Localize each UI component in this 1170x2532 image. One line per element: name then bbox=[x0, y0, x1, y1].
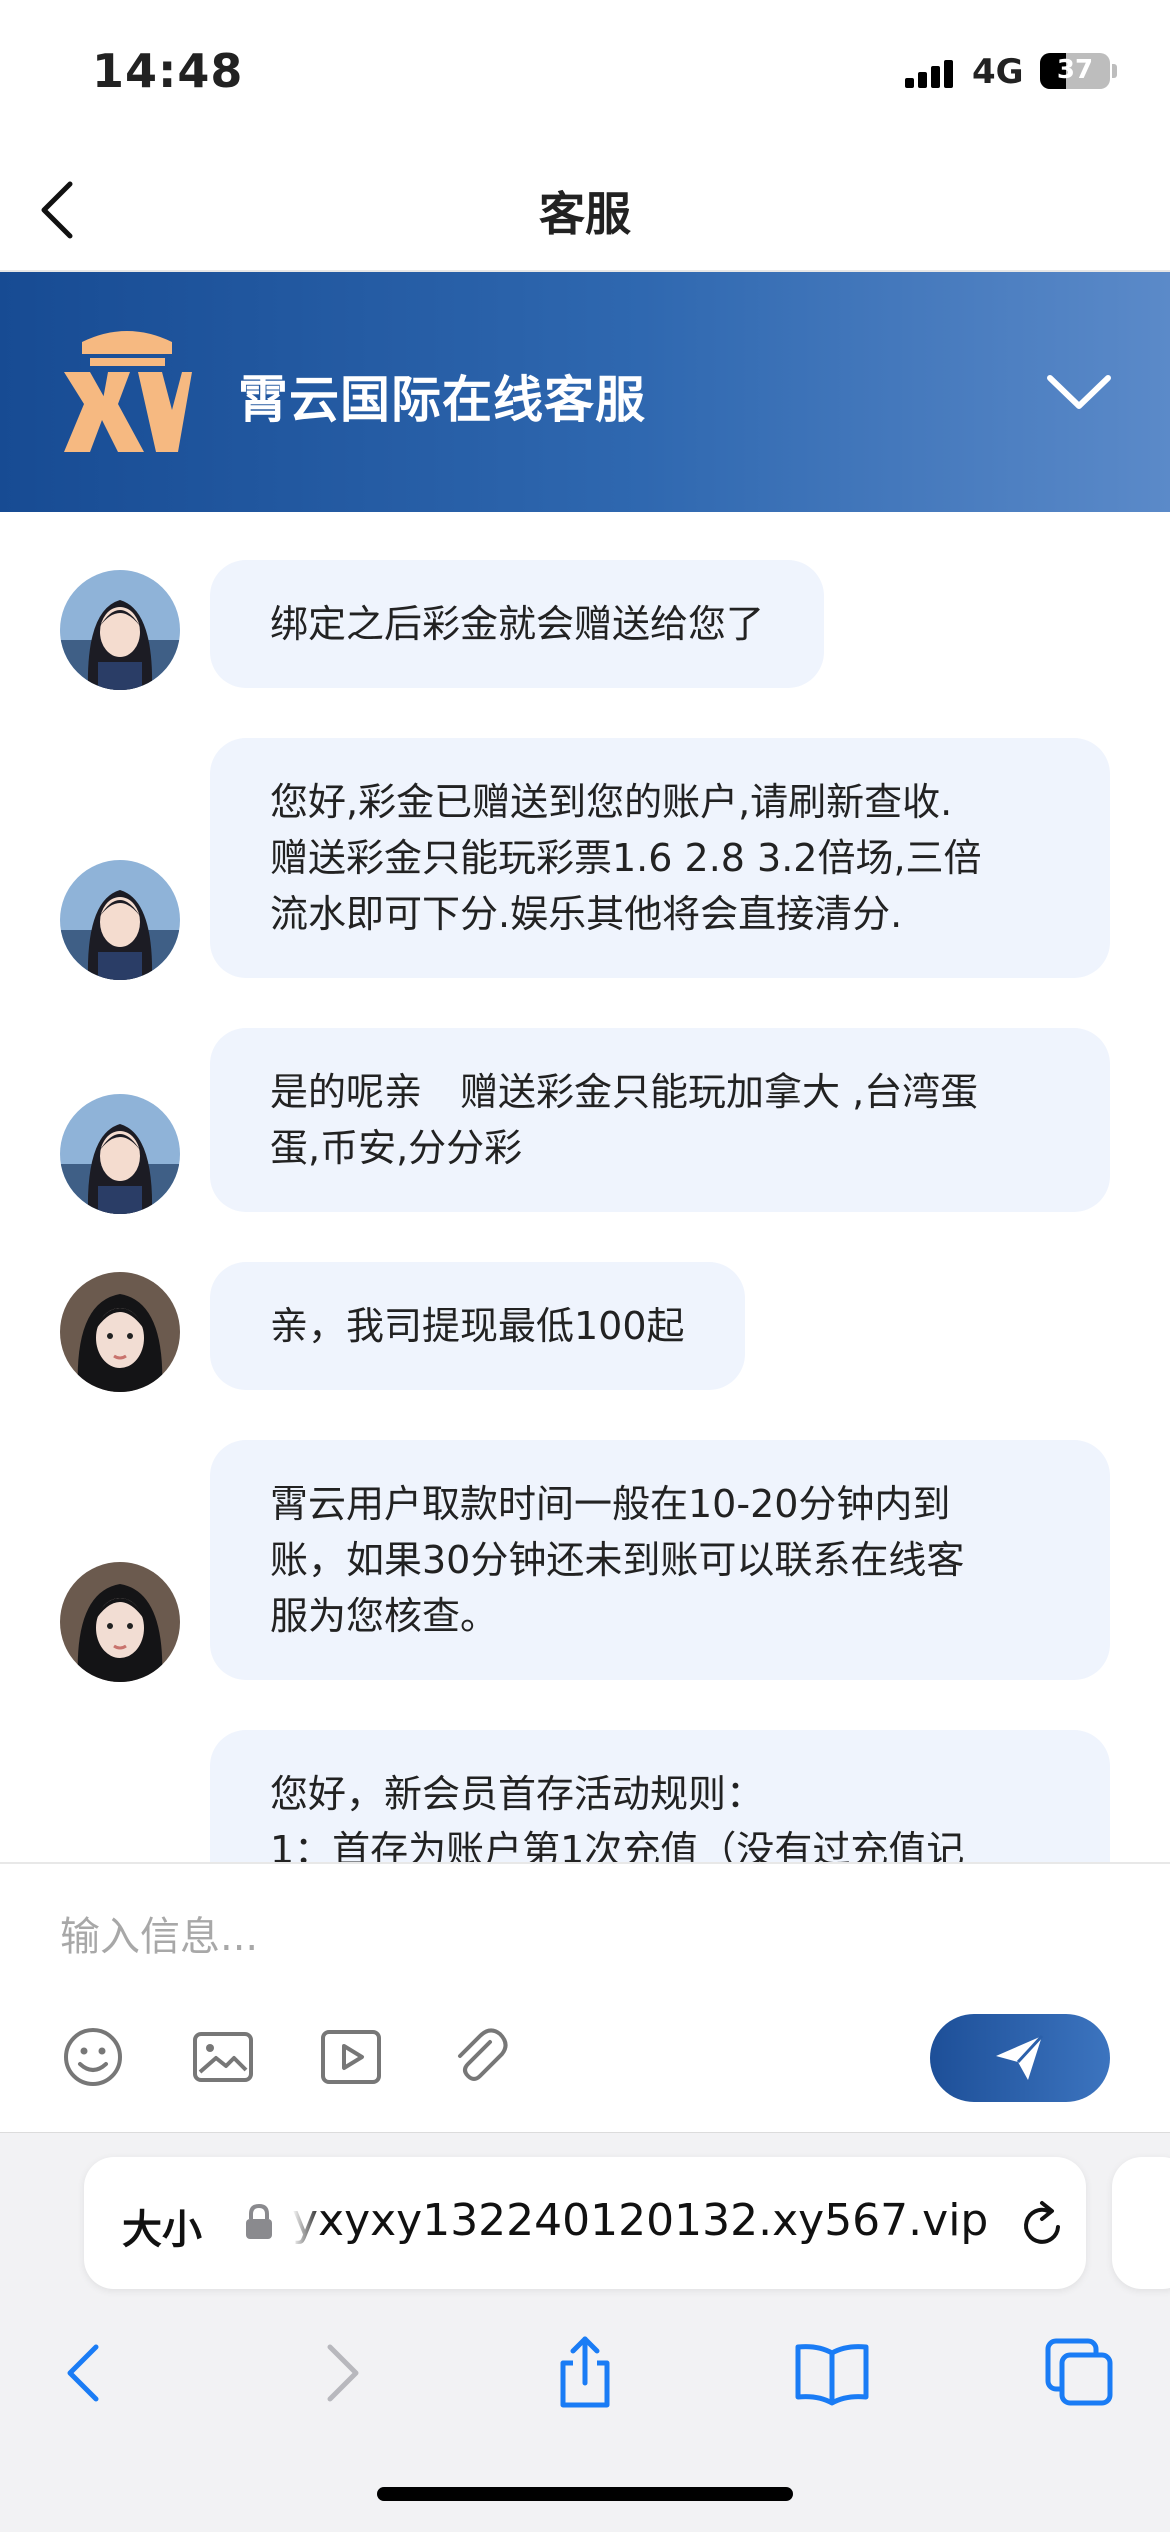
address-bar[interactable]: 大小 yxyxy132240120132.xy567.vip bbox=[84, 2157, 1086, 2289]
browser-forward-button[interactable] bbox=[300, 2333, 380, 2413]
tabs-button[interactable] bbox=[1040, 2333, 1120, 2413]
chevron-down-icon bbox=[1047, 375, 1111, 409]
browser-back-button[interactable] bbox=[46, 2333, 126, 2413]
next-tab-peek[interactable] bbox=[1112, 2157, 1170, 2289]
image-icon bbox=[193, 2032, 253, 2082]
emoji-button[interactable] bbox=[60, 2024, 126, 2090]
status-bar: 14:48 4G 37 bbox=[0, 0, 1170, 150]
book-icon bbox=[795, 2344, 869, 2406]
chevron-left-icon bbox=[67, 2344, 99, 2402]
attachment-button[interactable] bbox=[446, 2024, 512, 2090]
lock-icon bbox=[244, 2203, 274, 2241]
battery-icon: 37 bbox=[1040, 53, 1110, 89]
brand-logo bbox=[60, 320, 195, 455]
send-icon bbox=[996, 2034, 1044, 2080]
url-fade bbox=[292, 2187, 322, 2257]
agent-message: 是的呢亲 赠送彩金只能玩加拿大 ,台湾蛋 蛋,币安,分分彩 bbox=[210, 1028, 1110, 1212]
video-button[interactable] bbox=[318, 2024, 384, 2090]
page-title: 客服 bbox=[539, 187, 631, 241]
agent-avatar bbox=[60, 1094, 180, 1214]
agent-message: 霄云用户取款时间一般在10-20分钟内到 账，如果30分钟还未到账可以联系在线客… bbox=[210, 1440, 1110, 1680]
network-type: 4G bbox=[972, 52, 1024, 92]
reload-icon bbox=[1024, 2201, 1060, 2244]
chevron-right-icon bbox=[327, 2344, 359, 2402]
page-settings-button[interactable]: 大小 bbox=[122, 2197, 202, 2255]
chat-messages[interactable]: 绑定之后彩金就会赠送给您了 您好,彩金已赠送到您的账户,请刷新查收. 赠送彩金只… bbox=[0, 512, 1170, 1862]
agent-avatar bbox=[60, 1562, 180, 1682]
collapse-button[interactable] bbox=[1044, 370, 1114, 414]
agent-avatar bbox=[60, 570, 180, 690]
agent-message: 亲，我司提现最低100起 bbox=[210, 1262, 745, 1390]
status-time: 14:48 bbox=[92, 44, 244, 98]
browser-toolbar: 大小 yxyxy132240120132.xy567.vip bbox=[0, 2132, 1170, 2532]
image-button[interactable] bbox=[190, 2024, 256, 2090]
agent-avatar bbox=[60, 1272, 180, 1392]
bookmarks-button[interactable] bbox=[792, 2333, 872, 2413]
nav-bar: 客服 bbox=[0, 150, 1170, 272]
agent-message: 绑定之后彩金就会赠送给您了 bbox=[210, 560, 825, 688]
agent-message: 您好,彩金已赠送到您的账户,请刷新查收. 赠送彩金只能玩彩票1.6 2.8 3.… bbox=[210, 738, 1110, 978]
video-icon bbox=[321, 2030, 381, 2084]
share-icon bbox=[560, 2336, 610, 2408]
agent-message: 您好，新会员首存活动规则： 1：首存为账户第1次充值（没有过充值记 bbox=[210, 1730, 1110, 1862]
attachment-icon bbox=[458, 2028, 508, 2081]
emoji-icon bbox=[64, 2028, 122, 2086]
battery-percent: 37 bbox=[1056, 55, 1094, 85]
composer bbox=[0, 1862, 1170, 2132]
banner-title: 霄云国际在线客服 bbox=[238, 371, 646, 429]
share-button[interactable] bbox=[545, 2333, 625, 2413]
agent-avatar bbox=[60, 860, 180, 980]
home-indicator bbox=[377, 2487, 793, 2501]
send-button[interactable] bbox=[930, 2014, 1110, 2102]
url-text: yxyxy132240120132.xy567.vip bbox=[292, 2195, 989, 2246]
reload-button[interactable] bbox=[1014, 2197, 1070, 2253]
service-banner: 霄云国际在线客服 bbox=[0, 272, 1170, 512]
signal-strength-icon bbox=[905, 58, 955, 88]
battery-cap bbox=[1112, 64, 1117, 78]
tabs-icon bbox=[1045, 2338, 1113, 2406]
message-input[interactable] bbox=[60, 1902, 880, 1972]
